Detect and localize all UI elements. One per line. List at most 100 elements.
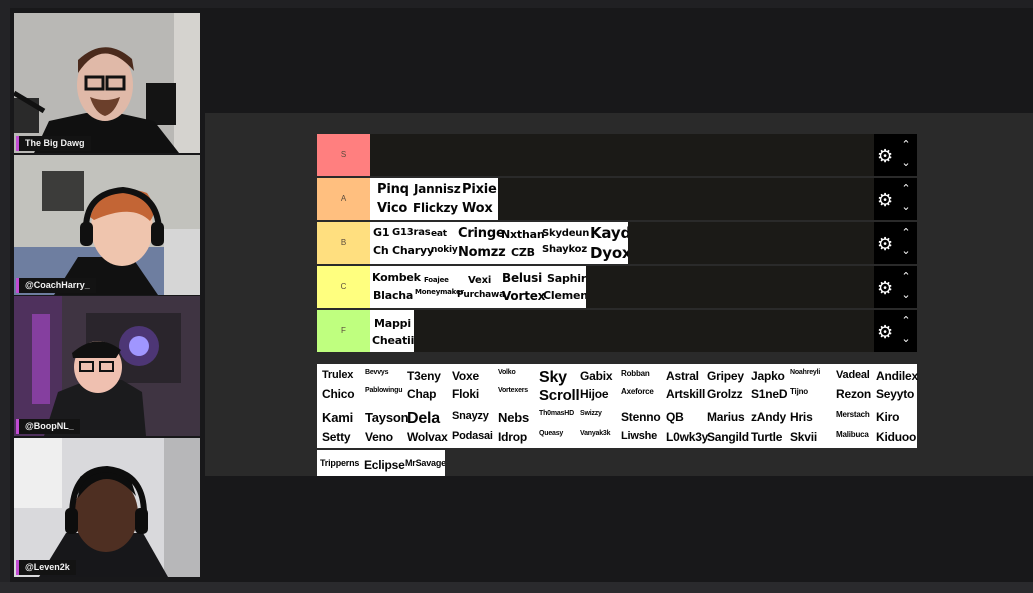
ranked-player[interactable]: Cheatiin	[372, 334, 414, 347]
chevron-up-icon[interactable]: ⌃	[899, 138, 913, 152]
pool-player[interactable]: Idrop	[498, 430, 527, 444]
pool-player[interactable]: Grolzz	[707, 387, 743, 401]
ranked-player[interactable]: Saphir	[547, 272, 586, 285]
ranked-player[interactable]: Pixie	[462, 182, 497, 197]
chevron-down-icon[interactable]: ⌄	[899, 332, 913, 346]
pool-player[interactable]: Seyyto	[876, 387, 914, 401]
pool-player[interactable]: Liwshe	[621, 430, 657, 442]
pool-player[interactable]: Skvii	[790, 430, 817, 444]
pool-player[interactable]: Merstach	[836, 410, 870, 419]
pool-player[interactable]: Trulex	[322, 369, 353, 381]
ranked-player[interactable]: Blacha	[373, 289, 413, 302]
pool-player[interactable]: Robban	[621, 369, 650, 378]
pool-player[interactable]: Artskill	[666, 387, 705, 401]
ranked-player[interactable]: Foajee	[424, 276, 449, 284]
ranked-player[interactable]: G13ras	[392, 227, 431, 238]
pool-player[interactable]: Sky	[539, 369, 567, 387]
pool-player[interactable]: L0wk3y	[666, 430, 708, 444]
pool-player[interactable]: Kiduoo	[876, 430, 916, 444]
pool-player[interactable]: Kami	[322, 410, 353, 425]
ranked-player[interactable]: Shaykoz	[542, 244, 587, 255]
pool-player[interactable]: Voxe	[452, 369, 479, 383]
ranked-player[interactable]: Vortex	[502, 289, 545, 303]
gear-icon[interactable]: ⚙	[877, 191, 895, 209]
pool-player[interactable]: Scroll	[539, 387, 580, 404]
pool-player[interactable]: Pablowingu	[365, 387, 402, 394]
ranked-player[interactable]: CZB	[511, 246, 535, 259]
ranked-player[interactable]: Kayd	[590, 224, 628, 242]
ranked-player[interactable]: Purchawa	[457, 290, 505, 300]
pool-player[interactable]: Chap	[407, 387, 436, 401]
chevron-up-icon[interactable]: ⌃	[899, 270, 913, 284]
pool-player[interactable]: Podasai	[452, 430, 493, 442]
pool-player[interactable]: QB	[666, 410, 684, 424]
pool-player[interactable]: Tayson	[365, 410, 409, 425]
ranked-player[interactable]: Nomzz	[458, 245, 506, 260]
pool-player[interactable]: Nebs	[498, 410, 529, 425]
pool-player[interactable]: Dela	[407, 410, 440, 428]
pool-player[interactable]: Malibuca	[836, 430, 869, 439]
pool-player[interactable]: Floki	[452, 387, 479, 401]
gear-icon[interactable]: ⚙	[877, 279, 895, 297]
pool-player[interactable]: Eclipse	[364, 458, 405, 472]
ranked-player[interactable]: nokiy	[431, 245, 458, 255]
pool-player[interactable]: Rezon	[836, 387, 871, 401]
pool-player[interactable]: Japko	[751, 369, 785, 383]
pool-player[interactable]: Astral	[666, 369, 699, 383]
chevron-up-icon[interactable]: ⌃	[899, 182, 913, 196]
pool-player[interactable]: Volko	[498, 369, 516, 376]
chevron-down-icon[interactable]: ⌄	[899, 244, 913, 258]
gear-icon[interactable]: ⚙	[877, 147, 895, 165]
ranked-player[interactable]: Belusi	[502, 271, 542, 285]
pool-player[interactable]: T3eny	[407, 369, 441, 383]
pool-player[interactable]: S1neD	[751, 387, 788, 401]
pool-player[interactable]: Swizzy	[580, 410, 602, 417]
pool-player[interactable]: Gripey	[707, 369, 744, 383]
chevron-up-icon[interactable]: ⌃	[899, 314, 913, 328]
pool-player[interactable]: Turtle	[751, 430, 782, 444]
pool-player[interactable]: zAndy	[751, 410, 786, 424]
ranked-player[interactable]: eat	[431, 229, 447, 239]
pool-player[interactable]: Tijno	[790, 387, 808, 396]
pool-player[interactable]: Veno	[365, 430, 393, 444]
pool-player[interactable]: Setty	[322, 430, 351, 444]
gear-icon[interactable]: ⚙	[877, 235, 895, 253]
ranked-player[interactable]: Ch	[373, 244, 389, 257]
ranked-player[interactable]: Dyox	[590, 244, 628, 262]
ranked-player[interactable]: Mappi	[374, 317, 411, 330]
pool-player[interactable]: Wolvax	[407, 430, 448, 444]
pool-player[interactable]: Sangild	[707, 430, 749, 444]
gear-icon[interactable]: ⚙	[877, 323, 895, 341]
pool-player[interactable]: MrSavage	[405, 458, 445, 468]
ranked-player[interactable]: G1	[373, 226, 390, 239]
ranked-player[interactable]: Wox	[462, 201, 493, 216]
ranked-player[interactable]: Clement	[543, 289, 586, 302]
pool-player[interactable]: Axeforce	[621, 387, 654, 396]
pool-player[interactable]: Snayzy	[452, 410, 489, 422]
pool-player[interactable]: Hijoe	[580, 387, 609, 401]
ranked-player[interactable]: Jannisz	[414, 182, 461, 196]
chevron-down-icon[interactable]: ⌄	[899, 200, 913, 214]
pool-player[interactable]: Stenno	[621, 410, 661, 424]
pool-player[interactable]: Bevvys	[365, 369, 389, 376]
pool-player[interactable]: Tripperns	[320, 458, 359, 468]
pool-player[interactable]: Th0masHD	[539, 410, 574, 417]
pool-player[interactable]: Chico	[322, 387, 355, 401]
pool-player[interactable]: Hris	[790, 410, 813, 424]
chevron-up-icon[interactable]: ⌃	[899, 226, 913, 240]
ranked-player[interactable]: Charyy	[392, 244, 434, 257]
ranked-player[interactable]: Skydeun	[542, 228, 589, 239]
ranked-player[interactable]: Cringe	[458, 226, 505, 241]
pool-player[interactable]: Vanyak3k	[580, 430, 611, 437]
pool-player[interactable]: Andilex	[876, 369, 918, 383]
pool-player[interactable]: Kiro	[876, 410, 899, 424]
ranked-player[interactable]: Kombek	[372, 271, 421, 284]
ranked-player[interactable]: Vexi	[468, 275, 491, 286]
chevron-down-icon[interactable]: ⌄	[899, 288, 913, 302]
ranked-player[interactable]: Pinq	[377, 182, 409, 197]
ranked-player[interactable]: Nxthan	[501, 228, 545, 241]
pool-player[interactable]: Vadeal	[836, 369, 870, 381]
pool-player[interactable]: Marius	[707, 410, 745, 424]
ranked-player[interactable]: Flickzy	[413, 201, 458, 215]
pool-player[interactable]: Noahreyli	[790, 369, 820, 376]
